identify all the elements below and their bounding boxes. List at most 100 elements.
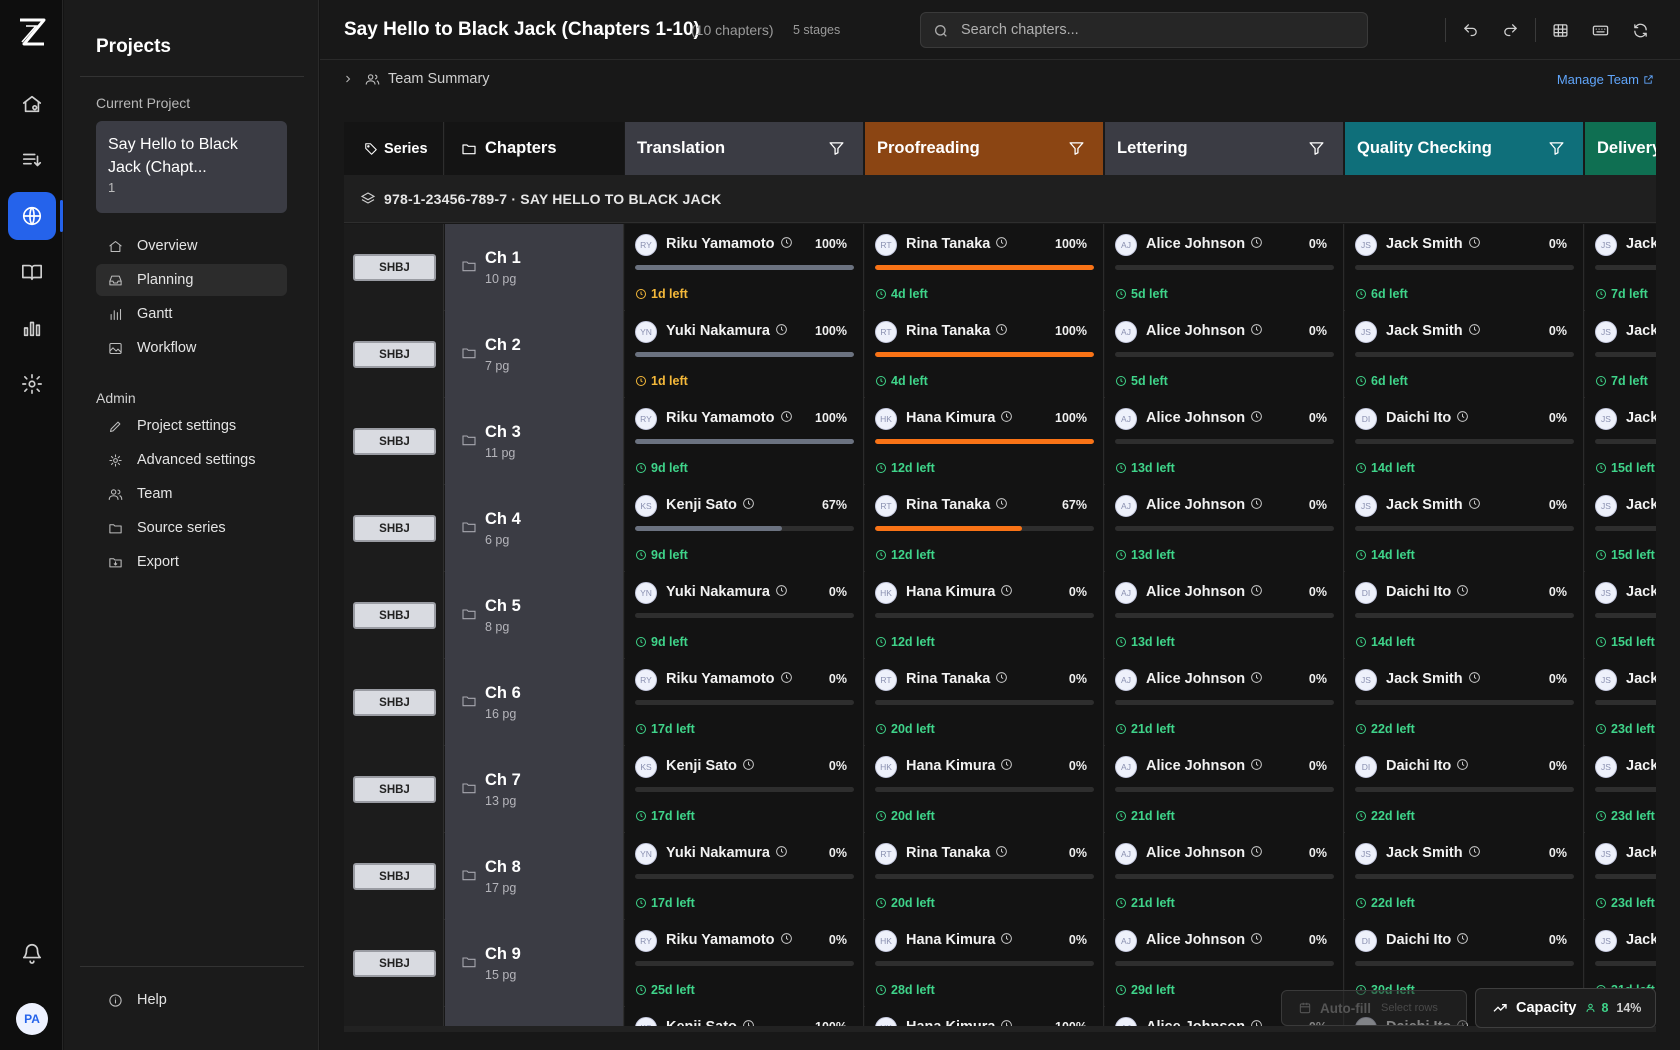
assignee-name[interactable]: Rina Tanaka — [906, 497, 1008, 513]
search-input[interactable] — [961, 13, 1361, 47]
notifications-rail-button[interactable] — [8, 929, 56, 977]
assignee-name[interactable]: Alice Johnson — [1146, 932, 1263, 948]
refresh-button[interactable] — [1628, 18, 1652, 42]
assignee-name[interactable]: Daichi Ito — [1386, 758, 1469, 774]
assignee-name[interactable]: Daichi Ito — [1386, 584, 1469, 600]
user-avatar[interactable]: PA — [16, 1003, 48, 1035]
assignee-name[interactable]: Kenji Sato — [666, 758, 755, 774]
task-cell[interactable]: JS Jack Smith 0% 6d left — [1345, 311, 1584, 398]
task-cell[interactable]: JS Jack 15d left — [1585, 398, 1656, 485]
assignee-name[interactable]: Alice Johnson — [1146, 845, 1263, 861]
assignee-name[interactable]: Riku Yamamoto — [666, 932, 793, 948]
assignee-name[interactable]: Riku Yamamoto — [666, 671, 793, 687]
assignee-name[interactable]: Alice Johnson — [1146, 758, 1263, 774]
assignee-name[interactable]: Jack — [1626, 410, 1656, 426]
filter-icon[interactable] — [828, 140, 845, 157]
series-badge[interactable]: SHBJ — [353, 602, 436, 629]
assignee-name[interactable]: Yuki Nakamura — [666, 845, 788, 861]
assignee-name[interactable]: Alice Johnson — [1146, 236, 1263, 252]
assignee-name[interactable]: Jack — [1626, 758, 1656, 774]
task-cell[interactable]: RY Riku Yamamoto 0% 17d left — [625, 659, 864, 746]
horizontal-scrollbar[interactable] — [344, 1026, 1656, 1032]
assignee-name[interactable]: Jack — [1626, 845, 1656, 861]
assignee-name[interactable]: Jack Smith — [1386, 845, 1481, 861]
current-project-card[interactable]: Say Hello to Black Jack (Chapt... 1 — [96, 121, 287, 213]
sidebar-item-advanced-settings[interactable]: Advanced settings — [96, 444, 287, 476]
library-rail-button[interactable] — [8, 248, 56, 296]
series-badge[interactable]: SHBJ — [353, 950, 436, 977]
series-badge[interactable]: SHBJ — [353, 254, 436, 281]
task-cell[interactable]: JS Jack 15d left — [1585, 485, 1656, 572]
task-cell[interactable]: DI Daichi Ito 0% 14d left — [1345, 572, 1584, 659]
undo-button[interactable] — [1458, 18, 1482, 42]
filter-icon[interactable] — [1308, 140, 1325, 157]
sidebar-item-export[interactable]: Export — [96, 546, 287, 578]
task-cell[interactable]: DI Daichi Ito 0% 22d left — [1345, 746, 1584, 833]
sidebar-item-source-series[interactable]: Source series — [96, 512, 287, 544]
task-cell[interactable]: KS Kenji Sato 0% 17d left — [625, 746, 864, 833]
task-cell[interactable]: RY Riku Yamamoto 0% 25d left — [625, 920, 864, 1007]
filter-icon[interactable] — [1068, 140, 1085, 157]
assignee-name[interactable]: Hana Kimura — [906, 758, 1013, 774]
assignee-name[interactable]: Alice Johnson — [1146, 584, 1263, 600]
capacity-button[interactable]: Capacity 8 14% — [1475, 988, 1656, 1028]
assignee-name[interactable]: Jack Smith — [1386, 497, 1481, 513]
assignee-name[interactable]: Daichi Ito — [1386, 410, 1469, 426]
chapters-column-header[interactable]: Chapters — [445, 122, 624, 175]
assignee-name[interactable]: Alice Johnson — [1146, 323, 1263, 339]
assignee-name[interactable]: Riku Yamamoto — [666, 410, 793, 426]
task-cell[interactable]: JS Jack 23d left — [1585, 833, 1656, 920]
task-cell[interactable]: YN Yuki Nakamura 100% 1d left — [625, 311, 864, 398]
task-cell[interactable]: RT Rina Tanaka 100% 4d left — [865, 311, 1104, 398]
task-cell[interactable]: HKHana Kimura100% — [865, 1007, 1104, 1026]
task-cell[interactable]: DI Daichi Ito 0% 14d left — [1345, 398, 1584, 485]
chapter-cell[interactable]: Ch 4 6 pg — [445, 485, 624, 572]
task-cell[interactable]: KSKenji Sato100% — [625, 1007, 864, 1026]
task-cell[interactable]: HK Hana Kimura 100% 12d left — [865, 398, 1104, 485]
assignee-name[interactable]: Rina Tanaka — [906, 236, 1008, 252]
task-cell[interactable]: RT Rina Tanaka 0% 20d left — [865, 659, 1104, 746]
task-cell[interactable]: JS Jack Smith 0% 22d left — [1345, 659, 1584, 746]
assignee-name[interactable]: Jack — [1626, 671, 1656, 687]
assignee-name[interactable]: Alice Johnson — [1146, 1019, 1263, 1026]
assignee-name[interactable]: Yuki Nakamura — [666, 323, 788, 339]
task-cell[interactable]: HK Hana Kimura 0% 20d left — [865, 746, 1104, 833]
assignee-name[interactable]: Hana Kimura — [906, 410, 1013, 426]
task-cell[interactable]: AJ Alice Johnson 0% 21d left — [1105, 833, 1344, 920]
task-cell[interactable]: KS Kenji Sato 67% 9d left — [625, 485, 864, 572]
filter-icon[interactable] — [1548, 140, 1565, 157]
assignee-name[interactable]: Alice Johnson — [1146, 671, 1263, 687]
chapter-cell[interactable]: Ch 3 11 pg — [445, 398, 624, 485]
table-view-button[interactable] — [1548, 18, 1572, 42]
task-cell[interactable]: AJ Alice Johnson 0% 5d left — [1105, 224, 1344, 311]
task-cell[interactable]: AJ Alice Johnson 0% 13d left — [1105, 572, 1344, 659]
series-badge[interactable]: SHBJ — [353, 515, 436, 542]
manage-team-link[interactable]: Manage Team — [1557, 72, 1654, 87]
chapter-cell[interactable]: Ch 9 15 pg — [445, 920, 624, 1007]
redo-button[interactable] — [1498, 18, 1522, 42]
series-column-header[interactable]: Series — [344, 122, 444, 175]
series-badge[interactable]: SHBJ — [353, 428, 436, 455]
globe-rail-button[interactable] — [8, 192, 56, 240]
task-cell[interactable]: YN Yuki Nakamura 0% 17d left — [625, 833, 864, 920]
home-rail-button[interactable] — [8, 80, 56, 128]
stage-column-header[interactable]: Proofreading — [865, 122, 1104, 175]
assignee-name[interactable]: Jack — [1626, 323, 1656, 339]
assignee-name[interactable]: Jack — [1626, 236, 1656, 252]
task-cell[interactable]: YN Yuki Nakamura 0% 9d left — [625, 572, 864, 659]
task-cell[interactable]: JS Jack 7d left — [1585, 311, 1656, 398]
keyboard-shortcuts-button[interactable] — [1588, 18, 1612, 42]
sidebar-item-gantt[interactable]: Gantt — [96, 298, 287, 330]
assignee-name[interactable]: Hana Kimura — [906, 932, 1013, 948]
series-badge[interactable]: SHBJ — [353, 689, 436, 716]
sidebar-item-project-settings[interactable]: Project settings — [96, 410, 287, 442]
assignee-name[interactable]: Rina Tanaka — [906, 323, 1008, 339]
chapter-cell[interactable]: Ch 8 17 pg — [445, 833, 624, 920]
series-badge[interactable]: SHBJ — [353, 341, 436, 368]
assignee-name[interactable]: Kenji Sato — [666, 497, 755, 513]
task-cell[interactable]: AJ Alice Johnson 0% 21d left — [1105, 746, 1344, 833]
assignee-name[interactable]: Jack Smith — [1386, 323, 1481, 339]
team-summary-toggle[interactable]: Team Summary — [388, 71, 490, 87]
stage-column-header[interactable]: Lettering — [1105, 122, 1344, 175]
sidebar-item-workflow[interactable]: Workflow — [96, 332, 287, 364]
